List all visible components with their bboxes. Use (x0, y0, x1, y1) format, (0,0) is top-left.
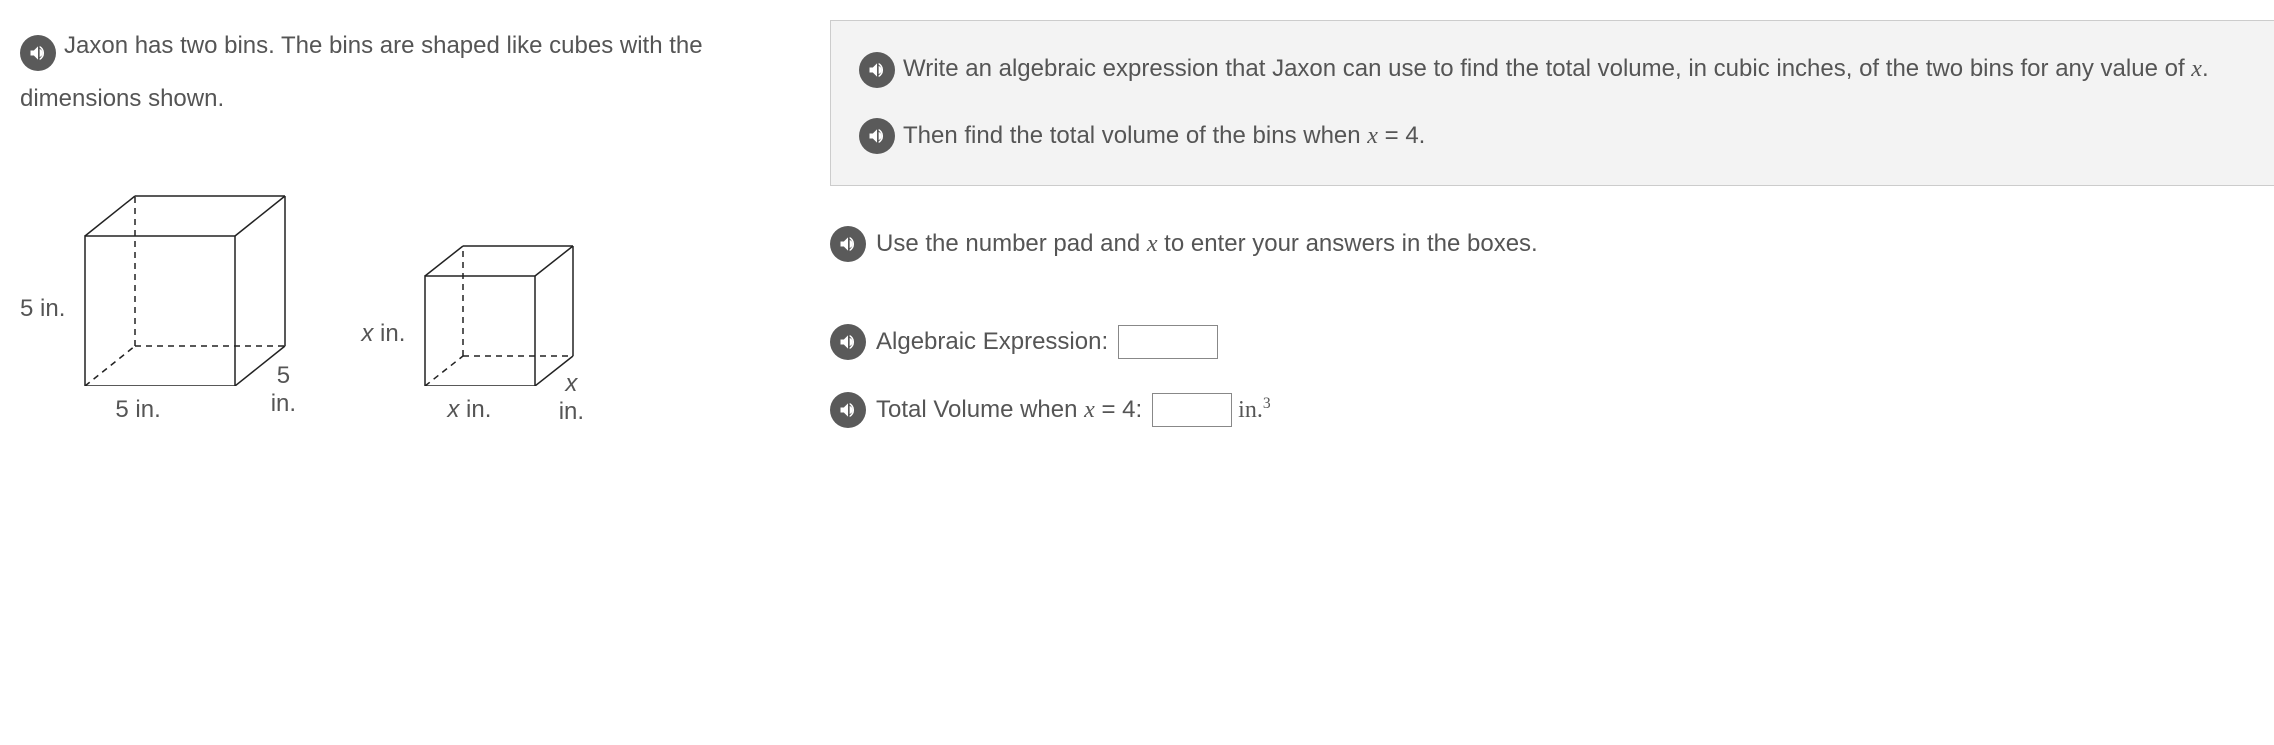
answer-2-label: Total Volume when x = 4: (876, 396, 1142, 424)
instruction-text: Use the number pad and x to enter your a… (876, 230, 1538, 258)
problem-stem: Jaxon has two bins. The bins are shaped … (20, 20, 800, 460)
prompt-line-1: Write an algebraic expression that Jaxon… (859, 43, 2265, 96)
prompt-box: Write an algebraic expression that Jaxon… (830, 20, 2274, 186)
cube2-width-label: x in. (447, 396, 491, 424)
question-panel: Write an algebraic expression that Jaxon… (830, 20, 2274, 460)
speaker-icon[interactable] (830, 392, 866, 428)
speaker-icon[interactable] (859, 118, 895, 154)
cube1-depth-label: 5 in. (265, 362, 301, 418)
cube1-width-label: 5 in. (115, 396, 160, 424)
cube2-height-label: x in. (361, 320, 405, 393)
cubes-figure: 5 in. (20, 186, 800, 393)
speaker-icon[interactable] (20, 35, 56, 71)
speaker-icon[interactable] (859, 52, 895, 88)
prompt-1-var: x (2191, 56, 2202, 82)
answer-1-label: Algebraic Expression: (876, 328, 1108, 356)
cube2-depth-label: x in. (555, 370, 587, 426)
total-volume-input[interactable] (1152, 393, 1232, 427)
answer-1-row: Algebraic Expression: (830, 324, 2274, 360)
prompt-line-2: Then find the total volume of the bins w… (859, 110, 2265, 163)
cube-2-shape (415, 236, 587, 386)
algebraic-expression-input[interactable] (1118, 325, 1218, 359)
cube-1: 5 in. (20, 186, 301, 393)
prompt-1-text: Write an algebraic expression that Jaxon… (903, 55, 2191, 82)
intro-text-content: Jaxon has two bins. The bins are shaped … (20, 32, 703, 112)
answer-2-row: Total Volume when x = 4: in.3 (830, 392, 2274, 428)
speaker-icon[interactable] (830, 324, 866, 360)
cube-1-shape (75, 186, 301, 386)
cube1-height-label: 5 in. (20, 295, 65, 393)
prompt-2-text: Then find the total volume of the bins w… (903, 122, 1367, 149)
speaker-icon[interactable] (830, 226, 866, 262)
intro-text: Jaxon has two bins. The bins are shaped … (20, 20, 800, 126)
instruction-row: Use the number pad and x to enter your a… (830, 226, 2274, 262)
answer-2-unit: in.3 (1238, 395, 1270, 424)
cube-2: x in. (361, 236, 587, 393)
